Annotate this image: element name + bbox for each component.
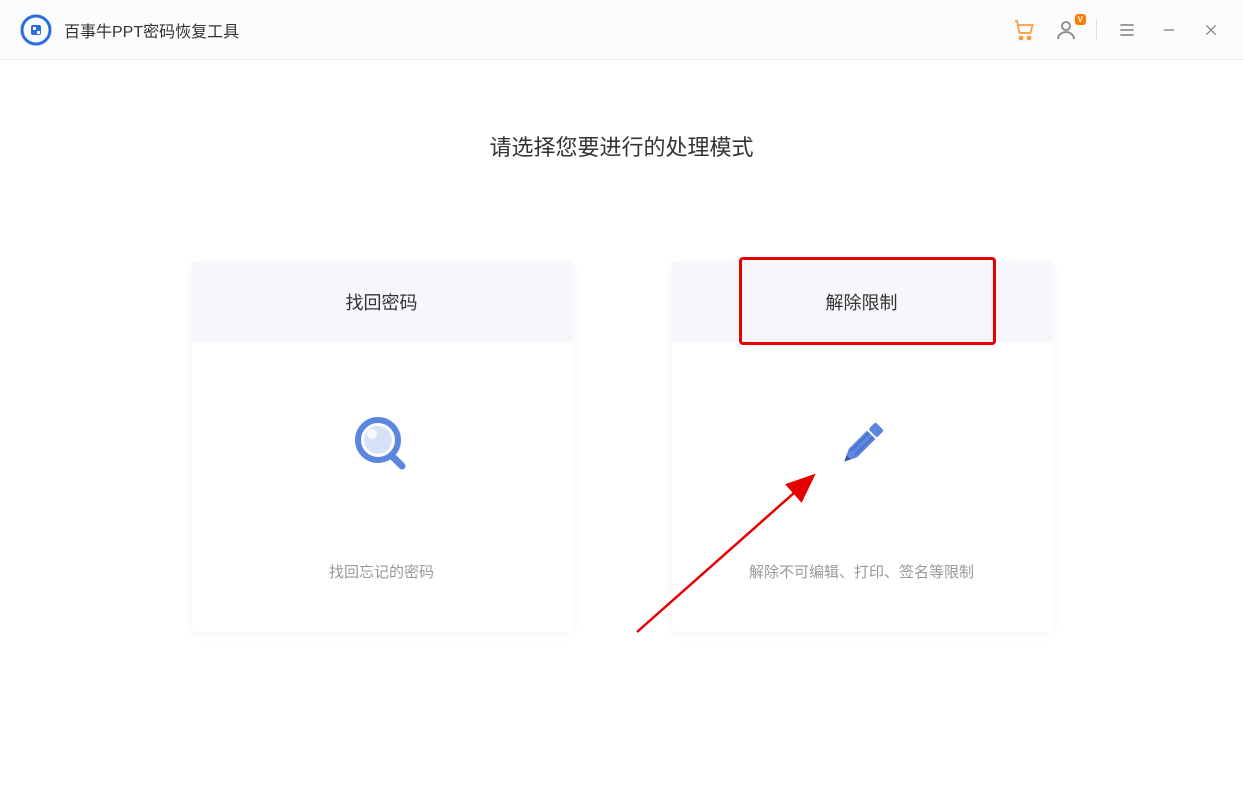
option-card-remove-restriction[interactable]: 解除限制 解除不可编辑、打印、签名等限制 [672, 262, 1052, 632]
card-header: 找回密码 [192, 262, 572, 342]
user-icon[interactable]: V [1054, 18, 1078, 42]
titlebar-left: 百事牛PPT密码恢复工具 [20, 14, 239, 46]
main-content: 请选择您要进行的处理模式 找回密码 找回忘记的密码 解除限制 [0, 60, 1243, 632]
titlebar: 百事牛PPT密码恢复工具 V [0, 0, 1243, 60]
card-description: 解除不可编辑、打印、签名等限制 [749, 561, 974, 582]
magnifier-icon [350, 412, 414, 476]
cards-container: 找回密码 找回忘记的密码 解除限制 [192, 262, 1052, 632]
option-card-recover-password[interactable]: 找回密码 找回忘记的密码 [192, 262, 572, 632]
cart-icon[interactable] [1012, 18, 1036, 42]
titlebar-right: V [1012, 18, 1223, 42]
minimize-icon[interactable] [1157, 18, 1181, 42]
menu-icon[interactable] [1115, 18, 1139, 42]
app-title: 百事牛PPT密码恢复工具 [64, 18, 239, 42]
titlebar-divider [1096, 20, 1097, 40]
page-heading: 请选择您要进行的处理模式 [489, 130, 753, 162]
vip-badge: V [1075, 14, 1086, 25]
app-logo-icon [20, 14, 52, 46]
card-description: 找回忘记的密码 [329, 561, 434, 582]
card-header: 解除限制 [672, 262, 1052, 342]
close-icon[interactable] [1199, 18, 1223, 42]
pencil-icon [830, 412, 894, 476]
